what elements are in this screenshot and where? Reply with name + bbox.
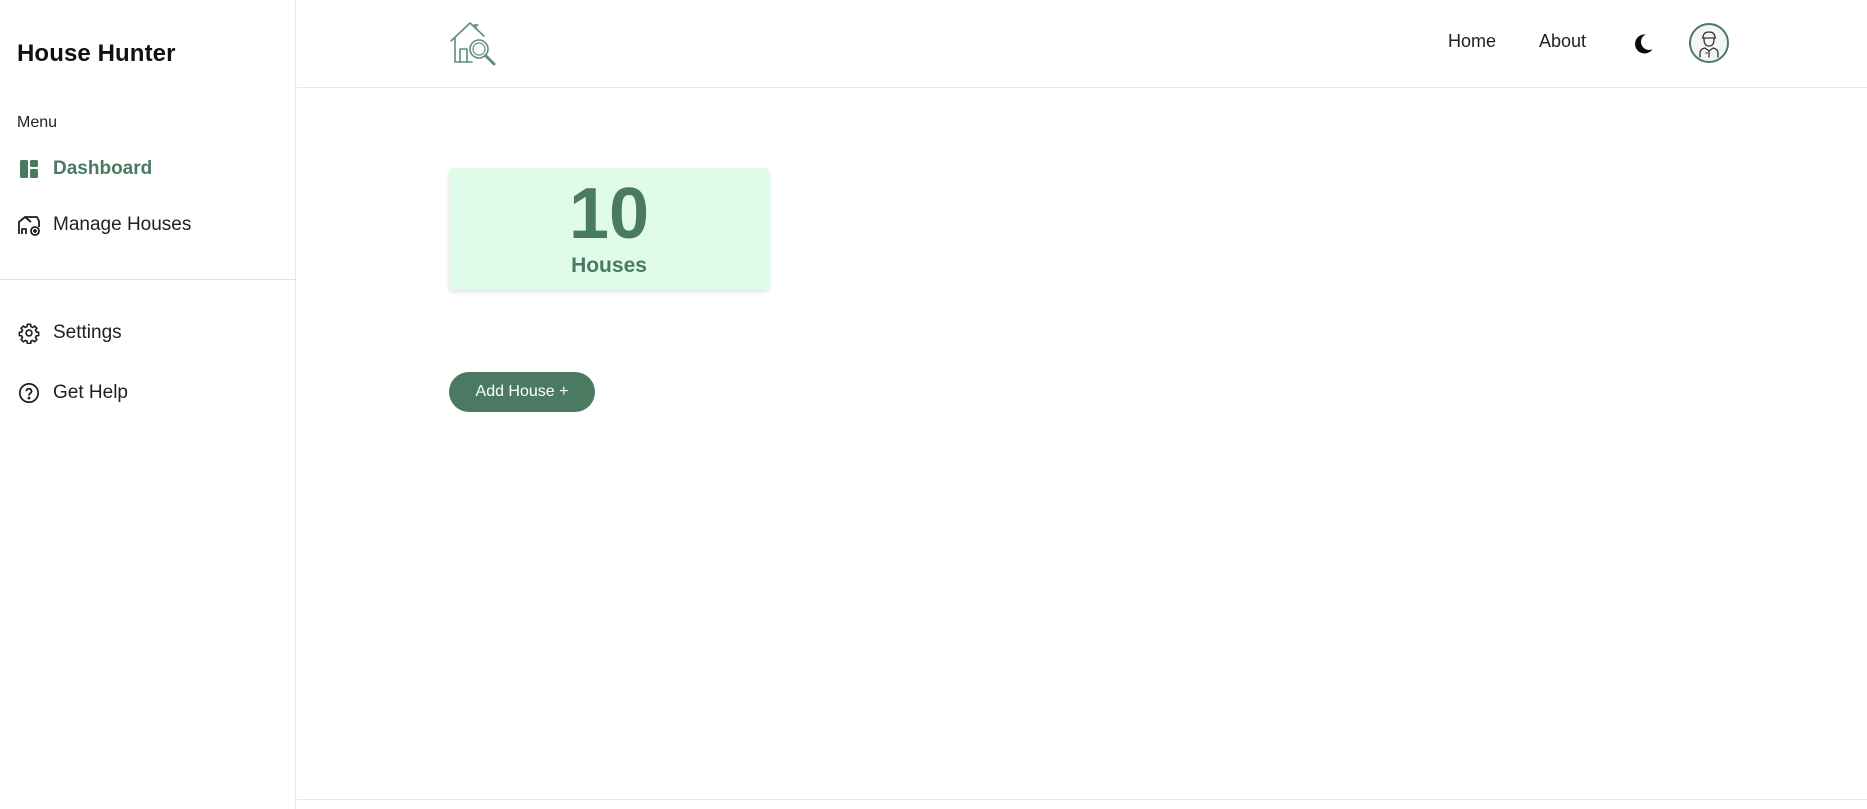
sidebar-item-label: Manage Houses — [53, 214, 192, 235]
house-search-logo-icon[interactable] — [448, 18, 498, 68]
sidebar-item-label: Get Help — [53, 382, 128, 403]
moon-icon[interactable] — [1630, 31, 1656, 57]
houses-stat-card: 10 Houses — [449, 168, 769, 290]
houses-count-label: Houses — [571, 254, 647, 277]
sidebar-item-manage-houses[interactable]: Manage Houses — [17, 210, 191, 240]
dashboard-icon — [17, 157, 41, 181]
nav-link-about[interactable]: About — [1539, 31, 1586, 52]
add-house-button[interactable]: Add House + — [449, 372, 595, 412]
house-manage-icon — [17, 213, 41, 237]
sidebar-divider — [0, 279, 295, 280]
sidebar: House Hunter Menu Dashboard Manage House… — [0, 0, 296, 809]
app-title: House Hunter — [17, 40, 176, 67]
sidebar-item-label: Settings — [53, 322, 122, 343]
top-header: Home About — [297, 0, 1867, 88]
nav-link-home[interactable]: Home — [1448, 31, 1496, 52]
sidebar-item-label: Dashboard — [53, 158, 153, 179]
help-circle-icon — [17, 381, 41, 405]
gear-icon — [17, 321, 41, 345]
sidebar-item-get-help[interactable]: Get Help — [17, 378, 128, 408]
houses-count: 10 — [568, 174, 650, 254]
user-avatar-icon[interactable] — [1689, 23, 1729, 63]
sidebar-item-settings[interactable]: Settings — [17, 318, 122, 348]
footer-divider — [297, 799, 1867, 800]
menu-label: Menu — [17, 114, 58, 131]
sidebar-item-dashboard[interactable]: Dashboard — [17, 154, 152, 184]
app-root: House Hunter Menu Dashboard Manage House… — [0, 0, 1867, 809]
